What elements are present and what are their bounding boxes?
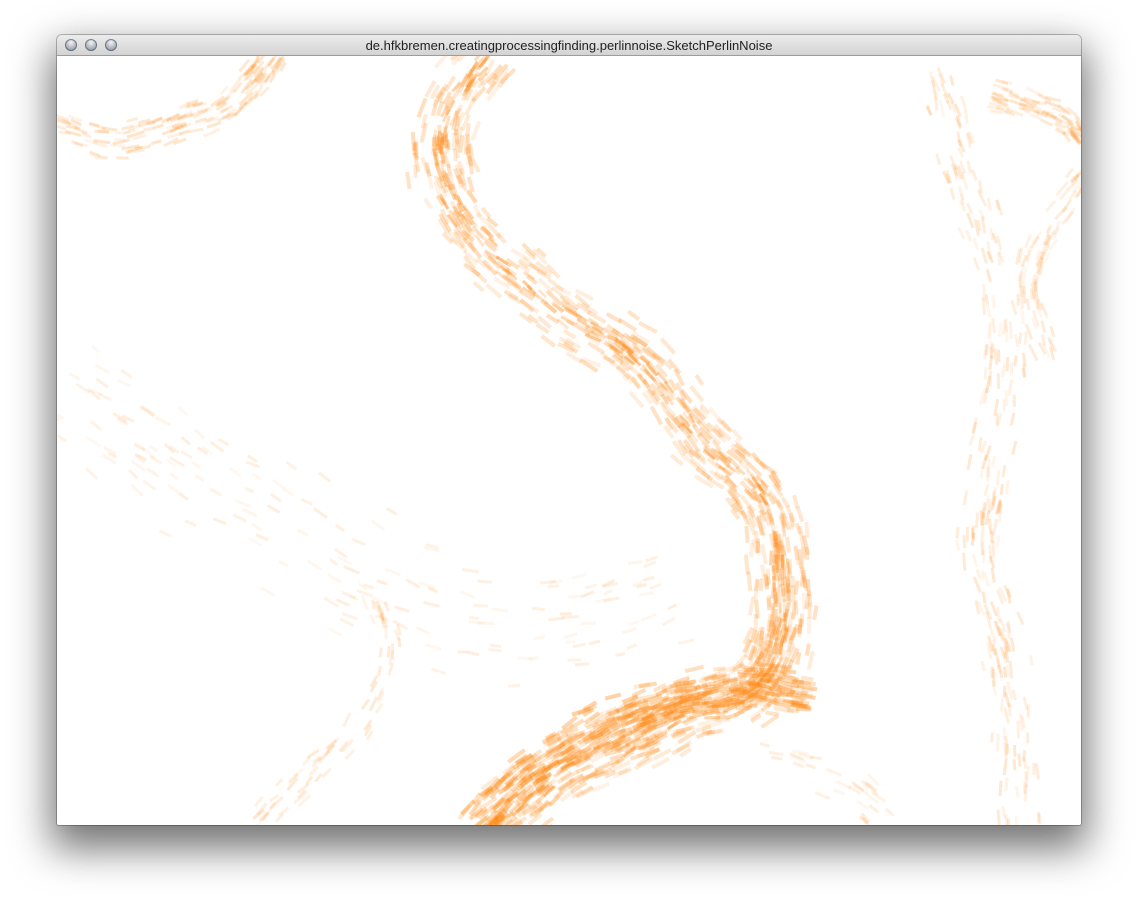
perlin-noise-drawing bbox=[57, 56, 1081, 825]
sketch-window: de.hfkbremen.creatingprocessingfinding.p… bbox=[57, 35, 1081, 825]
noise-stroke-band bbox=[57, 56, 287, 161]
title-bar[interactable]: de.hfkbremen.creatingprocessingfinding.p… bbox=[57, 35, 1081, 56]
noise-stroke-band bbox=[1010, 167, 1081, 362]
window-title: de.hfkbremen.creatingprocessingfinding.p… bbox=[365, 38, 773, 53]
noise-stroke-band bbox=[986, 78, 1081, 146]
sketch-canvas[interactable] bbox=[57, 56, 1081, 825]
noise-stroke-band bbox=[57, 345, 695, 688]
noise-stroke-band bbox=[251, 594, 402, 825]
noise-stroke-band bbox=[925, 67, 1042, 825]
noise-stroke-band bbox=[759, 741, 895, 825]
